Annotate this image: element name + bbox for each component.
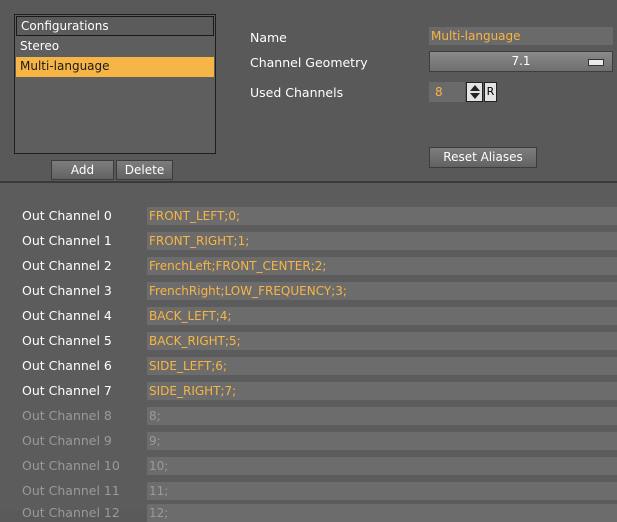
channel-alias-field-11[interactable]: 11; xyxy=(147,482,617,500)
channel-alias-field-8[interactable]: 8; xyxy=(147,407,617,425)
used-channels-label: Used Channels xyxy=(250,85,344,100)
dropdown-icon xyxy=(588,59,604,66)
channel-label-7: Out Channel 7 xyxy=(22,383,112,398)
add-button[interactable]: Add xyxy=(51,160,114,180)
channel-geometry-select[interactable]: 7.1 xyxy=(429,51,613,72)
channel-alias-field-6[interactable]: SIDE_LEFT;6; xyxy=(147,357,617,375)
channel-alias-field-2[interactable]: FrenchLeft;FRONT_CENTER;2; xyxy=(147,257,617,275)
name-label: Name xyxy=(250,30,287,45)
spinner-down-icon[interactable] xyxy=(470,93,480,99)
delete-button[interactable]: Delete xyxy=(116,160,173,180)
channel-label-12: Out Channel 12 xyxy=(22,505,120,520)
config-item-stereo[interactable]: Stereo xyxy=(16,37,214,57)
channel-alias-field-7[interactable]: SIDE_RIGHT;7; xyxy=(147,382,617,400)
reset-used-channels-button[interactable]: R xyxy=(484,82,497,102)
channel-geometry-value: 7.1 xyxy=(511,54,531,68)
channel-alias-field-12[interactable]: 12; xyxy=(147,504,617,522)
configurations-list[interactable]: Configurations Stereo Multi-language xyxy=(14,14,216,154)
channel-alias-field-5[interactable]: BACK_RIGHT;5; xyxy=(147,332,617,350)
channel-label-10: Out Channel 10 xyxy=(22,458,120,473)
channel-label-2: Out Channel 2 xyxy=(22,258,112,273)
channel-aliases-panel: Out Channel 0 FRONT_LEFT;0; Out Channel … xyxy=(0,183,617,522)
channel-label-8: Out Channel 8 xyxy=(22,408,112,423)
channel-alias-field-9[interactable]: 9; xyxy=(147,432,617,450)
channel-alias-field-4[interactable]: BACK_LEFT;4; xyxy=(147,307,617,325)
spinner-up-icon[interactable] xyxy=(470,85,480,91)
channel-label-9: Out Channel 9 xyxy=(22,433,112,448)
channel-alias-field-1[interactable]: FRONT_RIGHT;1; xyxy=(147,232,617,250)
channel-label-6: Out Channel 6 xyxy=(22,358,112,373)
channel-label-5: Out Channel 5 xyxy=(22,333,112,348)
channel-label-11: Out Channel 11 xyxy=(22,483,120,498)
channel-label-3: Out Channel 3 xyxy=(22,283,112,298)
name-field[interactable]: Multi-language xyxy=(429,27,613,45)
used-channels-input[interactable]: 8 xyxy=(429,82,465,102)
channel-alias-field-0[interactable]: FRONT_LEFT;0; xyxy=(147,207,617,225)
channel-label-0: Out Channel 0 xyxy=(22,208,112,223)
used-channels-spinner[interactable] xyxy=(466,82,483,102)
channel-geometry-label: Channel Geometry xyxy=(250,55,368,70)
channel-alias-field-10[interactable]: 10; xyxy=(147,457,617,475)
channel-alias-field-3[interactable]: FrenchRight;LOW_FREQUENCY;3; xyxy=(147,282,617,300)
channel-label-4: Out Channel 4 xyxy=(22,308,112,323)
config-item-multi-language[interactable]: Multi-language xyxy=(16,57,214,77)
configuration-panel: Configurations Stereo Multi-language Add… xyxy=(0,0,617,181)
reset-aliases-button[interactable]: Reset Aliases xyxy=(429,147,537,168)
channel-label-1: Out Channel 1 xyxy=(22,233,112,248)
configurations-list-header: Configurations xyxy=(16,16,214,36)
